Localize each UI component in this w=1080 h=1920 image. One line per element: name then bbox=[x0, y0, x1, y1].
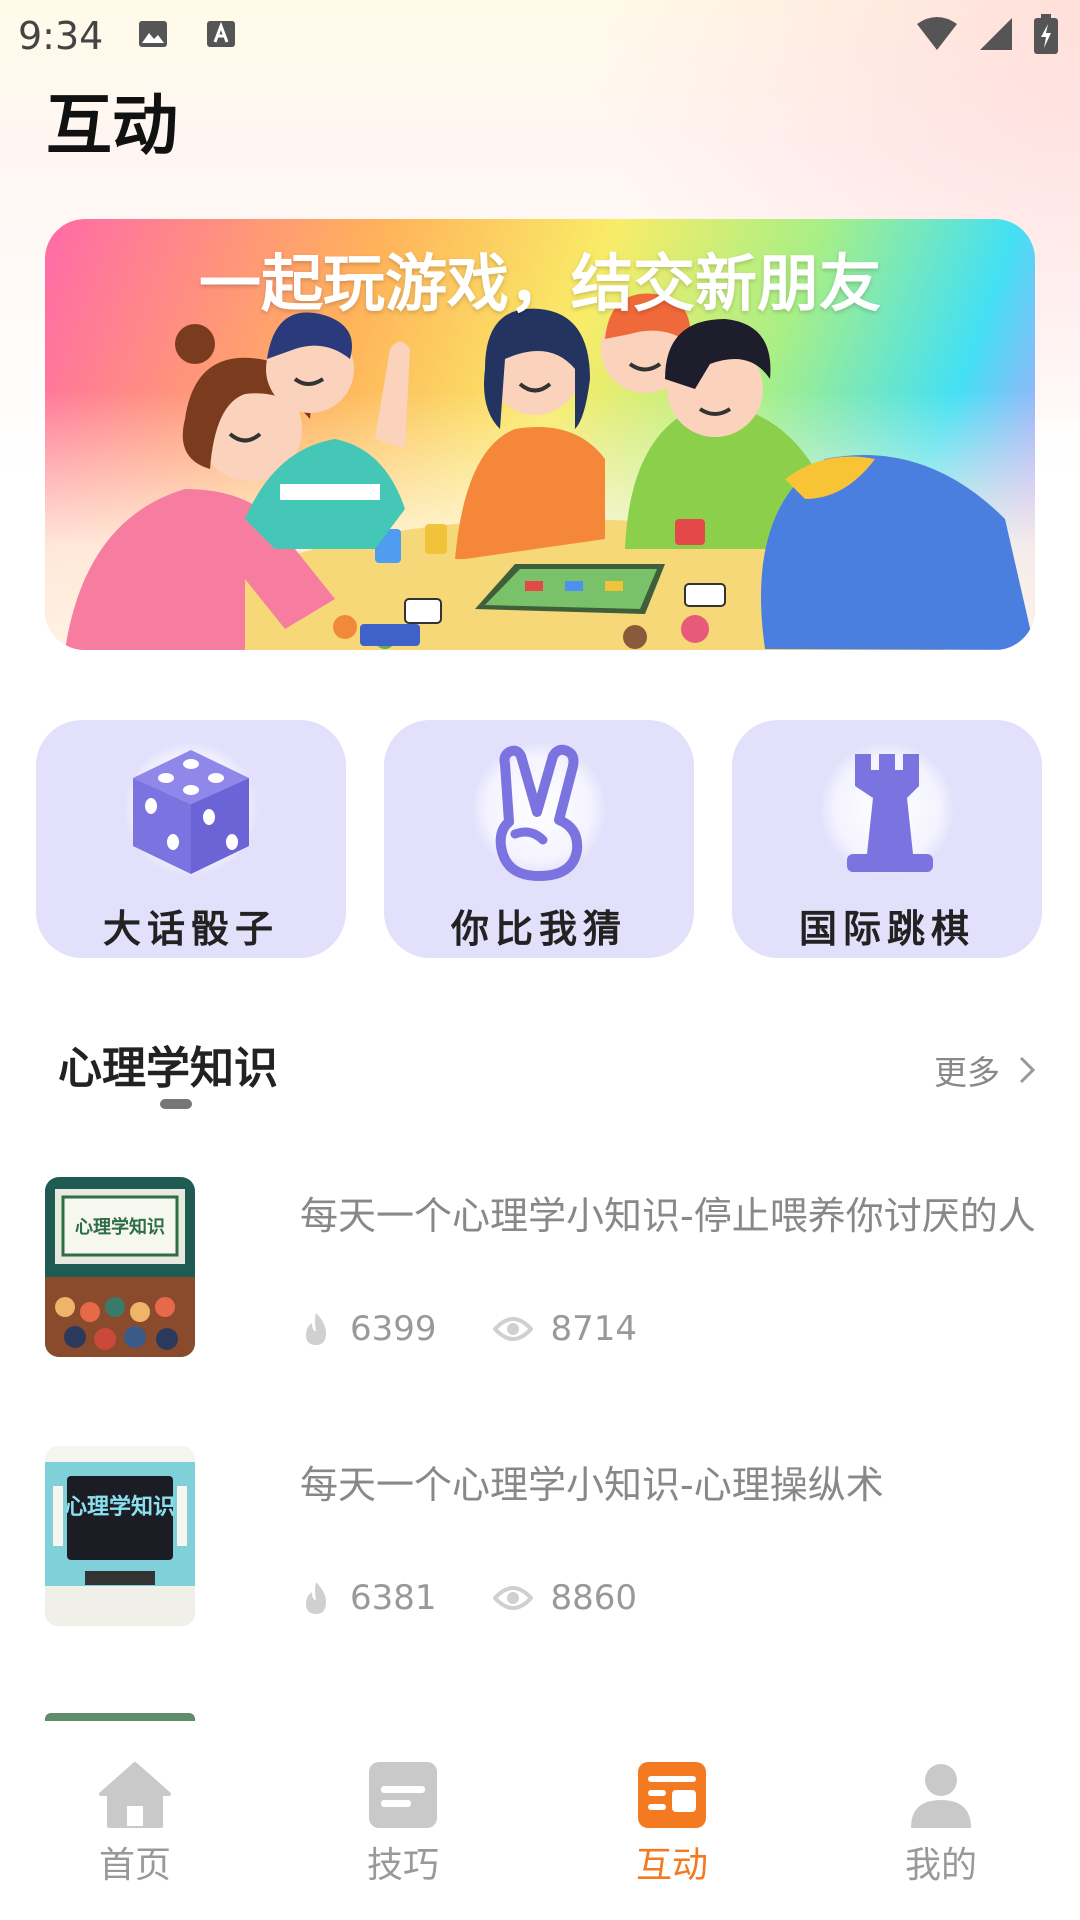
profile-icon bbox=[911, 1764, 971, 1828]
game-card-dice[interactable]: 大话骰子 bbox=[36, 720, 346, 958]
article-thumbnail: 心理学知识 bbox=[45, 1446, 195, 1626]
gallery-notification-icon bbox=[139, 21, 167, 47]
article-item[interactable]: 心理学知识 每天一个心理学小知识-停止喂养你讨厌的人 6399 8714 bbox=[45, 1177, 1036, 1357]
victory-hand-icon bbox=[495, 744, 583, 881]
promo-banner[interactable]: 一起玩游戏，结交新朋友 bbox=[45, 219, 1035, 650]
article-title: 每天一个心理学小知识-停止喂养你讨厌的人 bbox=[300, 1194, 1036, 1238]
views-count: 8714 bbox=[550, 1309, 638, 1349]
section-title-underline bbox=[160, 1099, 192, 1109]
signal-icon bbox=[980, 18, 1012, 50]
game-card-draw-guess[interactable]: 你比我猜 bbox=[384, 720, 694, 958]
likes-count: 6381 bbox=[350, 1578, 437, 1618]
tips-icon bbox=[369, 1762, 437, 1828]
wifi-icon bbox=[917, 17, 957, 50]
nav-label: 我的 bbox=[904, 1845, 977, 1886]
bottom-navigation: 首页 技巧 互动 我的 bbox=[0, 1722, 1080, 1920]
svg-text:心理学知识: 心理学知识 bbox=[65, 1494, 175, 1520]
fire-icon bbox=[306, 1582, 326, 1614]
more-label: 更多 bbox=[934, 1053, 1000, 1092]
chevron-right-icon bbox=[1019, 1056, 1036, 1084]
eye-icon bbox=[492, 1317, 533, 1341]
chess-rook-icon bbox=[847, 754, 933, 872]
nav-tab-interaction[interactable]: 互动 bbox=[572, 1760, 772, 1900]
nav-tab-tips[interactable]: 技巧 bbox=[303, 1760, 503, 1900]
game-label: 大话骰子 bbox=[102, 907, 279, 951]
status-bar: 9:34 bbox=[0, 0, 1080, 70]
nav-label: 互动 bbox=[635, 1845, 708, 1886]
lecture-hall-thumbnail: 心理学知识 bbox=[45, 1177, 195, 1357]
next-article-thumbnail-partial bbox=[45, 1713, 195, 1721]
status-time: 9:34 bbox=[18, 14, 104, 58]
app-notification-icon bbox=[207, 21, 235, 47]
nav-tab-profile[interactable]: 我的 bbox=[841, 1760, 1041, 1900]
nav-label: 首页 bbox=[98, 1845, 171, 1886]
article-title: 每天一个心理学小知识-心理操纵术 bbox=[300, 1463, 884, 1507]
game-cards: 大话骰子 你比我猜 国际跳棋 bbox=[36, 720, 1044, 958]
page-title: 互动 bbox=[46, 87, 178, 164]
classroom-thumbnail: 心理学知识 bbox=[45, 1446, 195, 1626]
nav-tab-home[interactable]: 首页 bbox=[35, 1760, 235, 1900]
status-right-icons bbox=[916, 14, 1058, 54]
home-icon bbox=[99, 1762, 171, 1828]
article-stats: 6399 8714 bbox=[300, 1309, 693, 1349]
likes-count: 6399 bbox=[350, 1309, 437, 1349]
dice-icon bbox=[133, 750, 249, 874]
svg-text:心理学知识: 心理学知识 bbox=[75, 1216, 165, 1238]
banner-headline: 一起玩游戏，结交新朋友 bbox=[198, 247, 881, 320]
nav-label: 技巧 bbox=[366, 1845, 439, 1886]
section-title: 心理学知识 bbox=[58, 1043, 278, 1094]
battery-icon bbox=[1034, 14, 1058, 54]
interaction-icon bbox=[638, 1762, 706, 1828]
game-label: 国际跳棋 bbox=[798, 907, 975, 951]
views-count: 8860 bbox=[550, 1578, 638, 1618]
game-label: 你比我猜 bbox=[450, 907, 627, 951]
eye-icon bbox=[492, 1586, 533, 1610]
game-card-checkers[interactable]: 国际跳棋 bbox=[732, 720, 1042, 958]
article-item[interactable]: 心理学知识 每天一个心理学小知识-心理操纵术 6381 8860 bbox=[45, 1446, 1035, 1626]
article-thumbnail: 心理学知识 bbox=[45, 1177, 195, 1357]
article-stats: 6381 8860 bbox=[300, 1578, 693, 1618]
more-link[interactable]: 更多 bbox=[934, 1046, 1036, 1094]
fire-icon bbox=[306, 1313, 326, 1345]
